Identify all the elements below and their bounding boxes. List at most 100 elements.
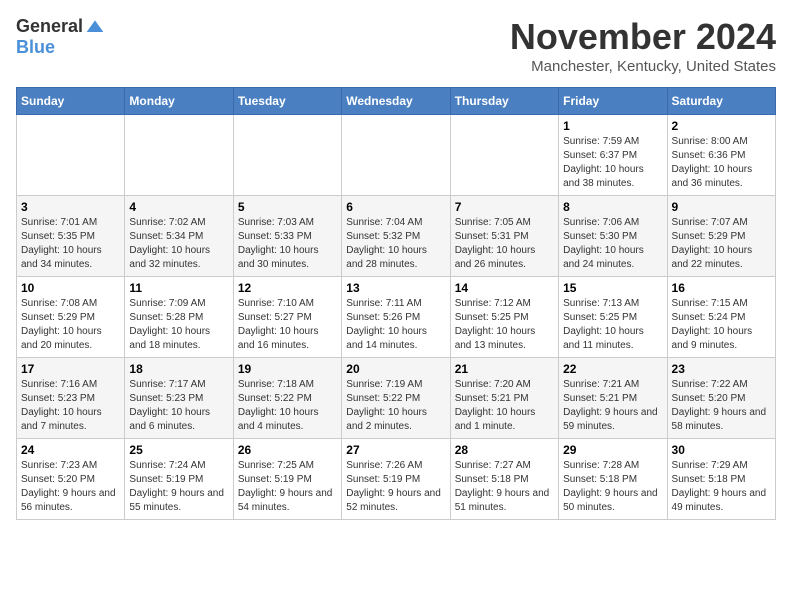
calendar-week-5: 24Sunrise: 7:23 AM Sunset: 5:20 PM Dayli…: [17, 439, 776, 520]
day-info: Sunrise: 7:02 AM Sunset: 5:34 PM Dayligh…: [129, 216, 228, 272]
calendar-cell: 9 Sunrise: 7:07 AM Sunset: 5:29 PM Daylig…: [667, 196, 775, 277]
day-number: 8: [563, 200, 662, 214]
calendar-week-4: 17 Sunrise: 7:16 AM Sunset: 5:23 PM Dayli…: [17, 358, 776, 439]
day-header-monday: Monday: [125, 88, 233, 115]
calendar-cell: 17 Sunrise: 7:16 AM Sunset: 5:23 PM Dayli…: [17, 358, 125, 439]
logo-icon: [85, 17, 105, 37]
day-number: 9: [672, 200, 771, 214]
calendar-week-3: 10 Sunrise: 7:08 AM Sunset: 5:29 PM Dayli…: [17, 277, 776, 358]
day-number: 20: [346, 362, 445, 376]
day-info: Sunrise: 7:12 AM Sunset: 5:25 PM Dayligh…: [455, 297, 554, 353]
calendar-cell: 20 Sunrise: 7:19 AM Sunset: 5:22 PM Dayli…: [342, 358, 450, 439]
calendar-cell: 12Sunrise: 7:10 AM Sunset: 5:27 PM Dayli…: [233, 277, 341, 358]
calendar-cell: 29 Sunrise: 7:28 AM Sunset: 5:18 PM Dayli…: [559, 439, 667, 520]
day-number: 26: [238, 443, 337, 457]
calendar-cell: 16Sunrise: 7:15 AM Sunset: 5:24 PM Dayli…: [667, 277, 775, 358]
calendar-header-row: SundayMondayTuesdayWednesdayThursdayFrid…: [17, 88, 776, 115]
calendar-cell: 11 Sunrise: 7:09 AM Sunset: 5:28 PM Dayli…: [125, 277, 233, 358]
calendar-cell: 8Sunrise: 7:06 AM Sunset: 5:30 PM Daylig…: [559, 196, 667, 277]
day-info: Sunrise: 7:07 AM Sunset: 5:29 PM Dayligh…: [672, 216, 771, 272]
day-number: 22: [563, 362, 662, 376]
day-number: 14: [455, 281, 554, 295]
day-info: Sunrise: 7:11 AM Sunset: 5:26 PM Dayligh…: [346, 297, 445, 353]
calendar-cell: 15 Sunrise: 7:13 AM Sunset: 5:25 PM Dayli…: [559, 277, 667, 358]
calendar-cell: [17, 115, 125, 196]
day-number: 11: [129, 281, 228, 295]
day-header-thursday: Thursday: [450, 88, 558, 115]
day-info: Sunrise: 7:24 AM Sunset: 5:19 PM Dayligh…: [129, 459, 228, 515]
day-number: 17: [21, 362, 120, 376]
calendar-cell: 25 Sunrise: 7:24 AM Sunset: 5:19 PM Dayli…: [125, 439, 233, 520]
calendar-week-1: 1 Sunrise: 7:59 AM Sunset: 6:37 PM Daylig…: [17, 115, 776, 196]
logo-blue-text: Blue: [16, 37, 55, 58]
day-info: Sunrise: 7:25 AM Sunset: 5:19 PM Dayligh…: [238, 459, 337, 515]
logo: General Blue: [16, 16, 105, 58]
title-area: November 2024 Manchester, Kentucky, Unit…: [510, 16, 776, 75]
day-info: Sunrise: 7:23 AM Sunset: 5:20 PM Dayligh…: [21, 459, 120, 515]
calendar-cell: 22 Sunrise: 7:21 AM Sunset: 5:21 PM Dayli…: [559, 358, 667, 439]
location: Manchester, Kentucky, United States: [510, 58, 776, 75]
day-number: 29: [563, 443, 662, 457]
day-number: 10: [21, 281, 120, 295]
calendar-cell: 2 Sunrise: 8:00 AM Sunset: 6:36 PM Daylig…: [667, 115, 775, 196]
calendar-cell: 19 Sunrise: 7:18 AM Sunset: 5:22 PM Dayli…: [233, 358, 341, 439]
calendar-week-2: 3 Sunrise: 7:01 AM Sunset: 5:35 PM Daylig…: [17, 196, 776, 277]
day-number: 25: [129, 443, 228, 457]
calendar-cell: 1 Sunrise: 7:59 AM Sunset: 6:37 PM Daylig…: [559, 115, 667, 196]
day-header-sunday: Sunday: [17, 88, 125, 115]
day-info: Sunrise: 7:21 AM Sunset: 5:21 PM Dayligh…: [563, 378, 662, 434]
day-header-friday: Friday: [559, 88, 667, 115]
calendar-cell: [233, 115, 341, 196]
calendar-cell: 14 Sunrise: 7:12 AM Sunset: 5:25 PM Dayli…: [450, 277, 558, 358]
day-number: 28: [455, 443, 554, 457]
day-number: 5: [238, 200, 337, 214]
day-info: Sunrise: 7:20 AM Sunset: 5:21 PM Dayligh…: [455, 378, 554, 434]
calendar-cell: 10 Sunrise: 7:08 AM Sunset: 5:29 PM Dayli…: [17, 277, 125, 358]
calendar-cell: 24Sunrise: 7:23 AM Sunset: 5:20 PM Dayli…: [17, 439, 125, 520]
day-info: Sunrise: 7:16 AM Sunset: 5:23 PM Dayligh…: [21, 378, 120, 434]
day-info: Sunrise: 7:10 AM Sunset: 5:27 PM Dayligh…: [238, 297, 337, 353]
day-info: Sunrise: 7:59 AM Sunset: 6:37 PM Dayligh…: [563, 135, 662, 191]
calendar-cell: 28Sunrise: 7:27 AM Sunset: 5:18 PM Dayli…: [450, 439, 558, 520]
day-info: Sunrise: 7:03 AM Sunset: 5:33 PM Dayligh…: [238, 216, 337, 272]
calendar-cell: 30Sunrise: 7:29 AM Sunset: 5:18 PM Dayli…: [667, 439, 775, 520]
calendar-cell: 26 Sunrise: 7:25 AM Sunset: 5:19 PM Dayli…: [233, 439, 341, 520]
day-info: Sunrise: 7:13 AM Sunset: 5:25 PM Dayligh…: [563, 297, 662, 353]
month-title: November 2024: [510, 16, 776, 58]
day-info: Sunrise: 7:08 AM Sunset: 5:29 PM Dayligh…: [21, 297, 120, 353]
day-info: Sunrise: 7:29 AM Sunset: 5:18 PM Dayligh…: [672, 459, 771, 515]
day-number: 16: [672, 281, 771, 295]
calendar-cell: 3 Sunrise: 7:01 AM Sunset: 5:35 PM Daylig…: [17, 196, 125, 277]
day-info: Sunrise: 7:28 AM Sunset: 5:18 PM Dayligh…: [563, 459, 662, 515]
day-number: 3: [21, 200, 120, 214]
day-header-wednesday: Wednesday: [342, 88, 450, 115]
day-number: 6: [346, 200, 445, 214]
day-number: 19: [238, 362, 337, 376]
calendar-cell: 6Sunrise: 7:04 AM Sunset: 5:32 PM Daylig…: [342, 196, 450, 277]
day-header-tuesday: Tuesday: [233, 88, 341, 115]
calendar-cell: 4 Sunrise: 7:02 AM Sunset: 5:34 PM Daylig…: [125, 196, 233, 277]
day-number: 15: [563, 281, 662, 295]
day-info: Sunrise: 7:01 AM Sunset: 5:35 PM Dayligh…: [21, 216, 120, 272]
day-number: 1: [563, 119, 662, 133]
calendar-cell: 21 Sunrise: 7:20 AM Sunset: 5:21 PM Dayli…: [450, 358, 558, 439]
calendar-cell: 23 Sunrise: 7:22 AM Sunset: 5:20 PM Dayli…: [667, 358, 775, 439]
day-info: Sunrise: 7:17 AM Sunset: 5:23 PM Dayligh…: [129, 378, 228, 434]
day-info: Sunrise: 7:18 AM Sunset: 5:22 PM Dayligh…: [238, 378, 337, 434]
day-number: 2: [672, 119, 771, 133]
logo-general-text: General: [16, 16, 83, 37]
day-number: 27: [346, 443, 445, 457]
day-info: Sunrise: 7:22 AM Sunset: 5:20 PM Dayligh…: [672, 378, 771, 434]
day-number: 4: [129, 200, 228, 214]
day-info: Sunrise: 8:00 AM Sunset: 6:36 PM Dayligh…: [672, 135, 771, 191]
day-info: Sunrise: 7:05 AM Sunset: 5:31 PM Dayligh…: [455, 216, 554, 272]
calendar-cell: [450, 115, 558, 196]
day-info: Sunrise: 7:19 AM Sunset: 5:22 PM Dayligh…: [346, 378, 445, 434]
calendar-cell: [125, 115, 233, 196]
calendar: SundayMondayTuesdayWednesdayThursdayFrid…: [16, 87, 776, 520]
day-info: Sunrise: 7:09 AM Sunset: 5:28 PM Dayligh…: [129, 297, 228, 353]
day-number: 18: [129, 362, 228, 376]
day-number: 21: [455, 362, 554, 376]
day-number: 13: [346, 281, 445, 295]
day-number: 23: [672, 362, 771, 376]
